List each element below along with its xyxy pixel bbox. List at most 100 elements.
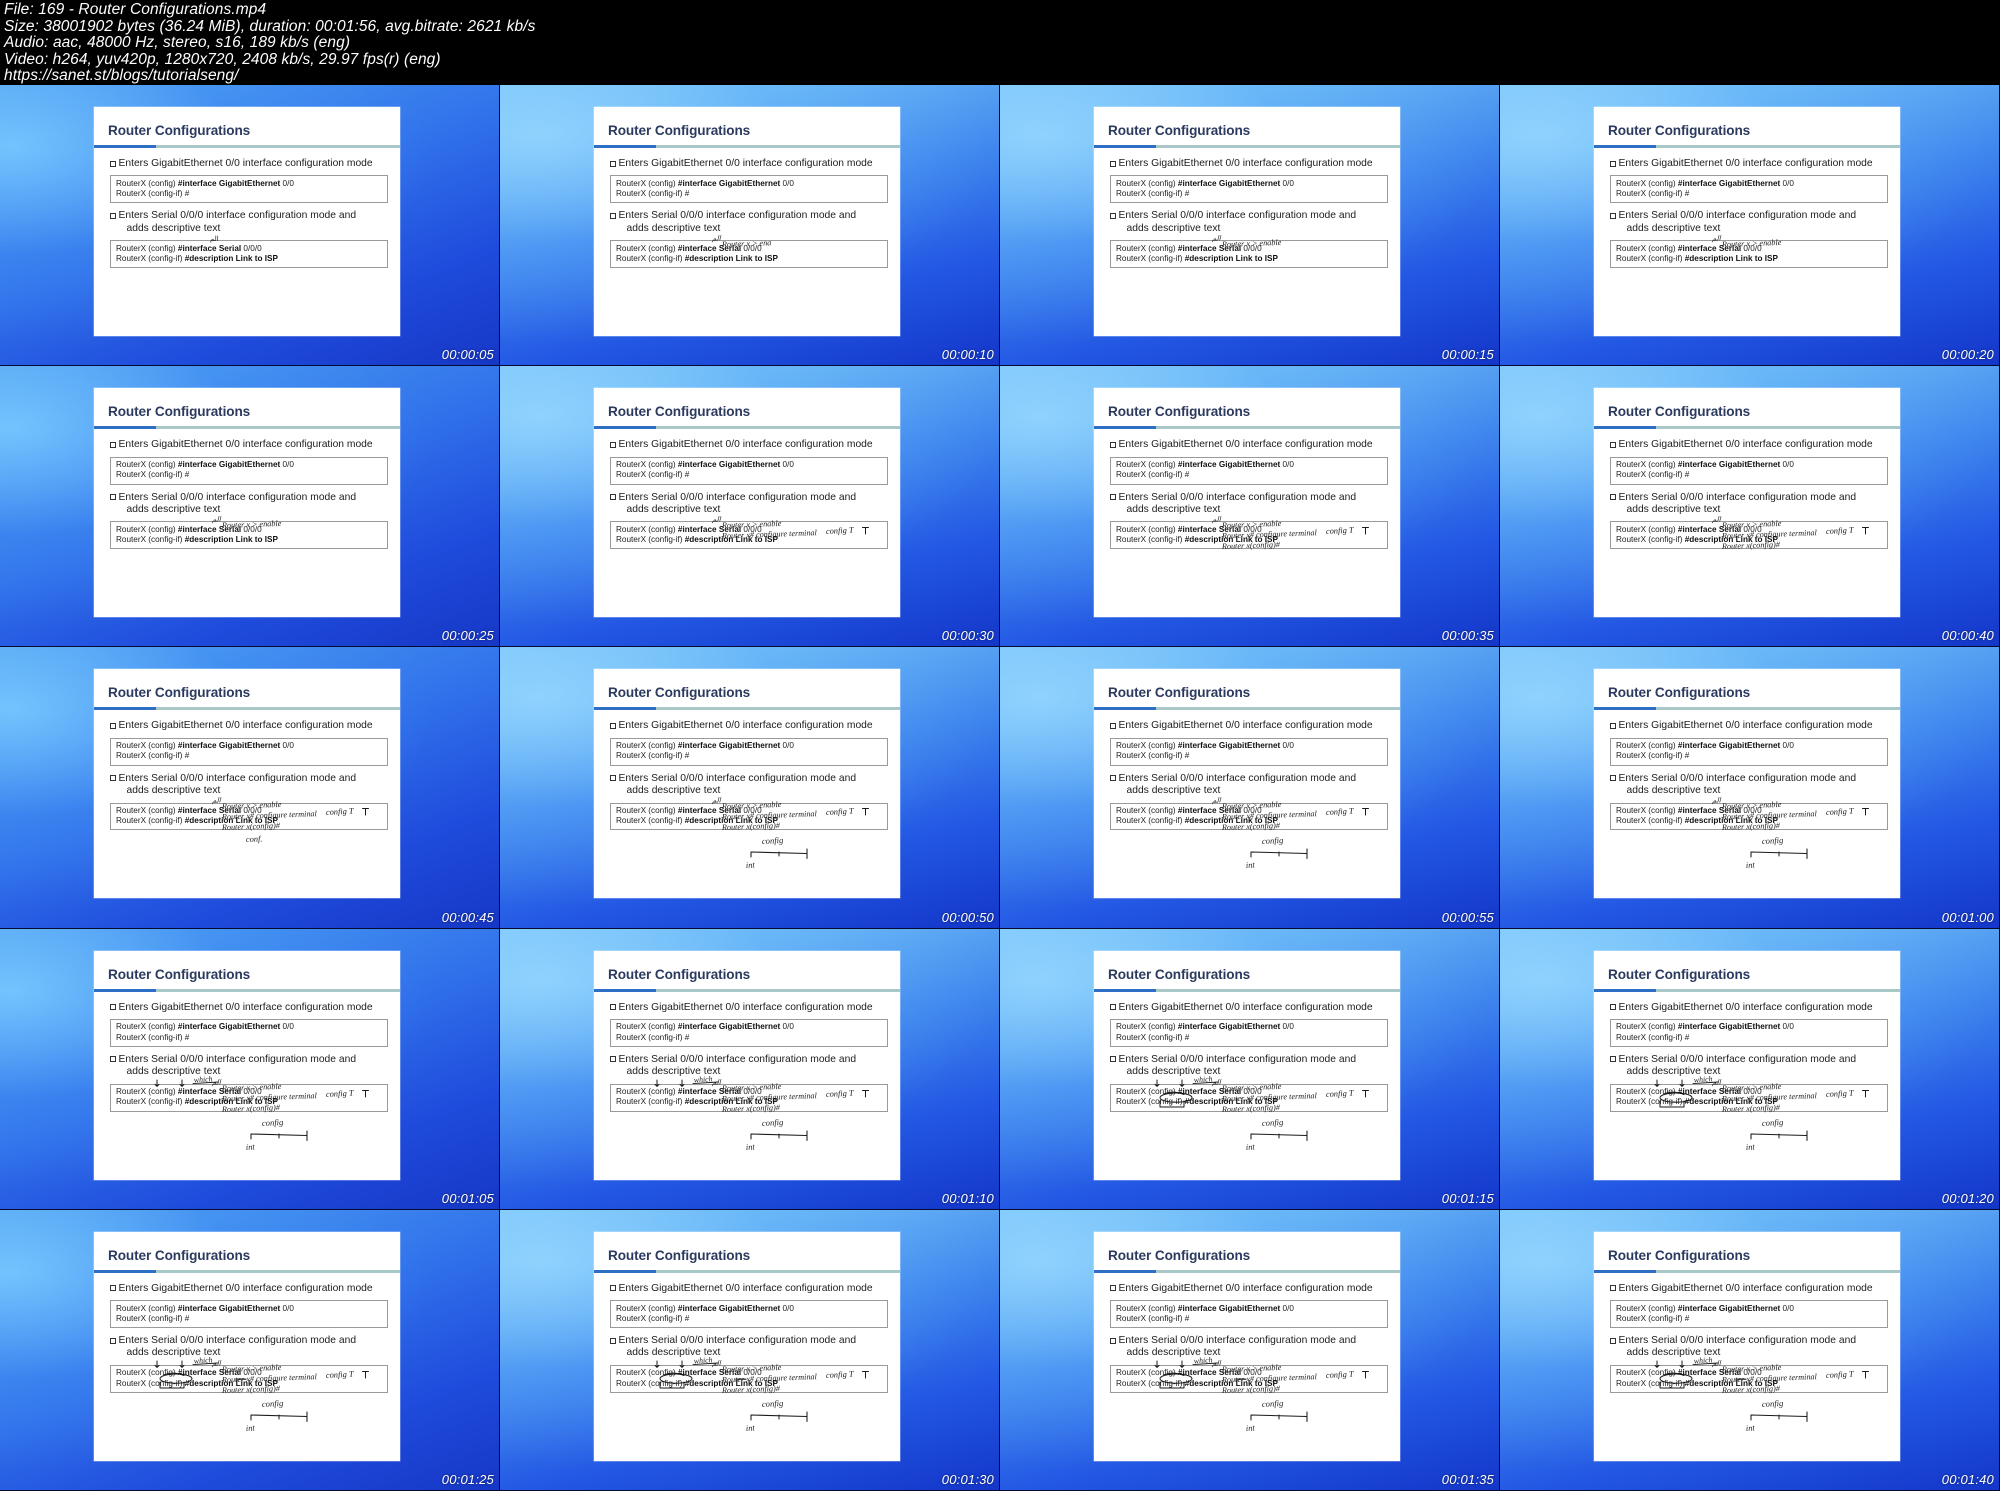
- code-block-2: RouterX (config) #interface Serial 0/0/0…: [1110, 521, 1388, 550]
- bullet-item-2: Enters Serial 0/0/0 interface configurat…: [110, 1335, 388, 1360]
- slide-body: Enters GigabitEthernet 0/0 interface con…: [1094, 151, 1400, 269]
- checkbox-bullet-icon: [1610, 775, 1616, 782]
- code-block-2: RouterX (config) #interface Serial 0/0/0…: [1110, 802, 1388, 831]
- code-line: RouterX (config-if) #description Link to…: [1616, 253, 1778, 263]
- timestamp-label: 00:01:30: [941, 1471, 994, 1487]
- thumbnail-tile[interactable]: Router Configurations Enters GigabitEthe…: [500, 928, 1000, 1210]
- bullet-2-text: Enters Serial 0/0/0 interface configurat…: [1118, 1053, 1357, 1078]
- bullet-2-text: Enters Serial 0/0/0 interface configurat…: [618, 772, 857, 797]
- slide-body: Enters GigabitEthernet 0/0 interface con…: [1594, 713, 1900, 831]
- svg-text:config: config: [762, 835, 785, 846]
- thumbnail-tile[interactable]: Router Configurations Enters GigabitEthe…: [1000, 1209, 1500, 1491]
- checkbox-bullet-icon: [1110, 722, 1116, 729]
- bullet-item-2: Enters Serial 0/0/0 interface configurat…: [1110, 210, 1388, 235]
- svg-text:int: int: [1746, 861, 1756, 871]
- thumbnail-tile[interactable]: Router Configurations Enters GigabitEthe…: [1500, 647, 2000, 929]
- bullet-2-text: Enters Serial 0/0/0 interface configurat…: [118, 1053, 357, 1078]
- thumbnail-tile[interactable]: Router Configurations Enters GigabitEthe…: [1000, 647, 1500, 929]
- code-block-2: RouterX (config) #interface Serial 0/0/0…: [1110, 1364, 1388, 1393]
- svg-text:config: config: [262, 1398, 285, 1409]
- bullet-1-text: Enters GigabitEthernet 0/0 interface con…: [118, 158, 373, 169]
- checkbox-bullet-icon: [610, 1004, 616, 1011]
- code-line: RouterX (config-if) #: [116, 751, 190, 761]
- code-line: RouterX (config-if) #: [1616, 189, 1690, 199]
- code-block-2: RouterX (config) #interface Serial 0/0/0…: [610, 1364, 888, 1393]
- bullet-item-2: Enters Serial 0/0/0 interface configurat…: [110, 210, 388, 235]
- bullet-item-1: Enters GigabitEthernet 0/0 interface con…: [1610, 720, 1888, 732]
- code-line: RouterX (config) #interface GigabitEther…: [1616, 1022, 1794, 1032]
- svg-text:config: config: [1762, 835, 1785, 846]
- thumbnail-tile[interactable]: Router Configurations Enters GigabitEthe…: [500, 647, 1000, 929]
- code-line: RouterX (config) #interface GigabitEther…: [1116, 1303, 1294, 1313]
- code-line: RouterX (config-if) #description Link to…: [116, 1097, 278, 1107]
- code-block-1: RouterX (config) #interface GigabitEther…: [110, 1018, 388, 1047]
- thumbnail-tile[interactable]: Router Configurations Enters GigabitEthe…: [0, 85, 500, 367]
- checkbox-bullet-icon: [110, 1285, 116, 1292]
- code-line: RouterX (config) #interface GigabitEther…: [616, 1303, 794, 1313]
- code-line: RouterX (config) #interface GigabitEther…: [1616, 1303, 1794, 1313]
- code-line: RouterX (config) #interface Serial 0/0/0: [1616, 806, 1762, 815]
- thumbnail-tile[interactable]: Router Configurations Enters GigabitEthe…: [1500, 85, 2000, 367]
- slide-body: Enters GigabitEthernet 0/0 interface con…: [1094, 713, 1400, 831]
- thumbnail-tile[interactable]: Router Configurations Enters GigabitEthe…: [0, 1209, 500, 1491]
- thumbnail-tile[interactable]: Router Configurations Enters GigabitEthe…: [1500, 366, 2000, 648]
- code-line: RouterX (config-if) #: [616, 470, 690, 480]
- code-line: RouterX (config-if) #description Link to…: [616, 1378, 778, 1388]
- code-line: RouterX (config-if) #: [1616, 1032, 1690, 1042]
- code-block-1: RouterX (config) #interface GigabitEther…: [110, 456, 388, 485]
- title-underline: [1094, 426, 1400, 430]
- code-block-2: RouterX (config) #interface Serial 0/0/0…: [610, 521, 888, 550]
- code-block-1: RouterX (config) #interface GigabitEther…: [1110, 1300, 1388, 1329]
- thumbnail-tile[interactable]: Router Configurations Enters GigabitEthe…: [0, 366, 500, 648]
- code-line: RouterX (config-if) #description Link to…: [616, 1097, 778, 1107]
- slide-title: Router Configurations: [1608, 123, 1751, 138]
- bullet-item-2: Enters Serial 0/0/0 interface configurat…: [1610, 1054, 1888, 1079]
- checkbox-bullet-icon: [1610, 1285, 1616, 1292]
- slide-title: Router Configurations: [1108, 404, 1251, 420]
- thumbnail-tile[interactable]: Router Configurations Enters GigabitEthe…: [0, 647, 500, 929]
- bullet-item-2: Enters Serial 0/0/0 interface configurat…: [1610, 1335, 1888, 1360]
- thumbnail-tile[interactable]: Router Configurations Enters GigabitEthe…: [1500, 1209, 2000, 1491]
- thumbnail-tile[interactable]: Router Configurations Enters GigabitEthe…: [500, 85, 1000, 367]
- code-line: RouterX (config) #interface Serial 0/0/0: [1616, 524, 1762, 534]
- bullet-1-text: Enters GigabitEthernet 0/0 interface con…: [618, 1001, 873, 1013]
- slide-title: Router Configurations: [1608, 1247, 1751, 1263]
- thumbnail-tile[interactable]: Router Configurations Enters GigabitEthe…: [1000, 366, 1500, 648]
- bullet-1-text: Enters GigabitEthernet 0/0 interface con…: [118, 439, 373, 451]
- checkbox-bullet-icon: [1610, 212, 1616, 219]
- bullet-2-text: Enters Serial 0/0/0 interface configurat…: [118, 1335, 357, 1359]
- title-underline: [94, 707, 400, 711]
- thumbnail-tile[interactable]: Router Configurations Enters GigabitEthe…: [500, 1209, 1000, 1491]
- code-line: RouterX (config-if) #description Link to…: [616, 253, 778, 263]
- thumbnail-tile[interactable]: Router Configurations Enters GigabitEthe…: [1000, 928, 1500, 1210]
- code-line: RouterX (config-if) #: [116, 189, 190, 199]
- bullet-1-text: Enters GigabitEthernet 0/0 interface con…: [618, 439, 873, 451]
- code-block-2: RouterX (config) #interface Serial 0/0/0…: [110, 1364, 388, 1393]
- checkbox-bullet-icon: [610, 722, 616, 729]
- metadata-video-line: Video: h264, yuv420p, 1280x720, 2408 kb/…: [4, 50, 441, 68]
- bullet-1-text: Enters GigabitEthernet 0/0 interface con…: [1118, 439, 1373, 451]
- checkbox-bullet-icon: [110, 160, 116, 167]
- bullet-item-1: Enters GigabitEthernet 0/0 interface con…: [110, 1283, 388, 1295]
- slide-title: Router Configurations: [608, 966, 751, 982]
- checkbox-bullet-icon: [1610, 1004, 1616, 1011]
- bullet-item-2: Enters Serial 0/0/0 interface configurat…: [1610, 492, 1888, 517]
- slide-title: Router Configurations: [108, 1247, 251, 1263]
- thumbnail-tile[interactable]: Router Configurations Enters GigabitEthe…: [1000, 85, 1500, 367]
- slide-title: Router Configurations: [1608, 966, 1751, 982]
- contact-sheet: File: 169 - Router Configurations.mp4 Si…: [0, 0, 2000, 1491]
- code-line: RouterX (config) #interface GigabitEther…: [116, 460, 294, 470]
- checkbox-bullet-icon: [110, 722, 116, 729]
- title-underline: [1094, 707, 1400, 711]
- metadata-audio-line: Audio: aac, 48000 Hz, stereo, s16, 189 k…: [4, 34, 351, 52]
- title-underline: [1094, 1269, 1400, 1273]
- slide-title: Router Configurations: [608, 123, 751, 138]
- bullet-2-text: Enters Serial 0/0/0 interface configurat…: [1618, 210, 1857, 234]
- code-block-1: RouterX (config) #interface GigabitEther…: [1110, 175, 1388, 204]
- slide-title: Router Configurations: [1608, 404, 1751, 420]
- thumbnail-tile[interactable]: Router Configurations Enters GigabitEthe…: [0, 928, 500, 1210]
- thumbnail-tile[interactable]: Router Configurations Enters GigabitEthe…: [1500, 928, 2000, 1210]
- thumbnail-tile[interactable]: Router Configurations Enters GigabitEthe…: [500, 366, 1000, 648]
- title-underline: [594, 707, 900, 711]
- bullet-item-1: Enters GigabitEthernet 0/0 interface con…: [610, 1002, 888, 1014]
